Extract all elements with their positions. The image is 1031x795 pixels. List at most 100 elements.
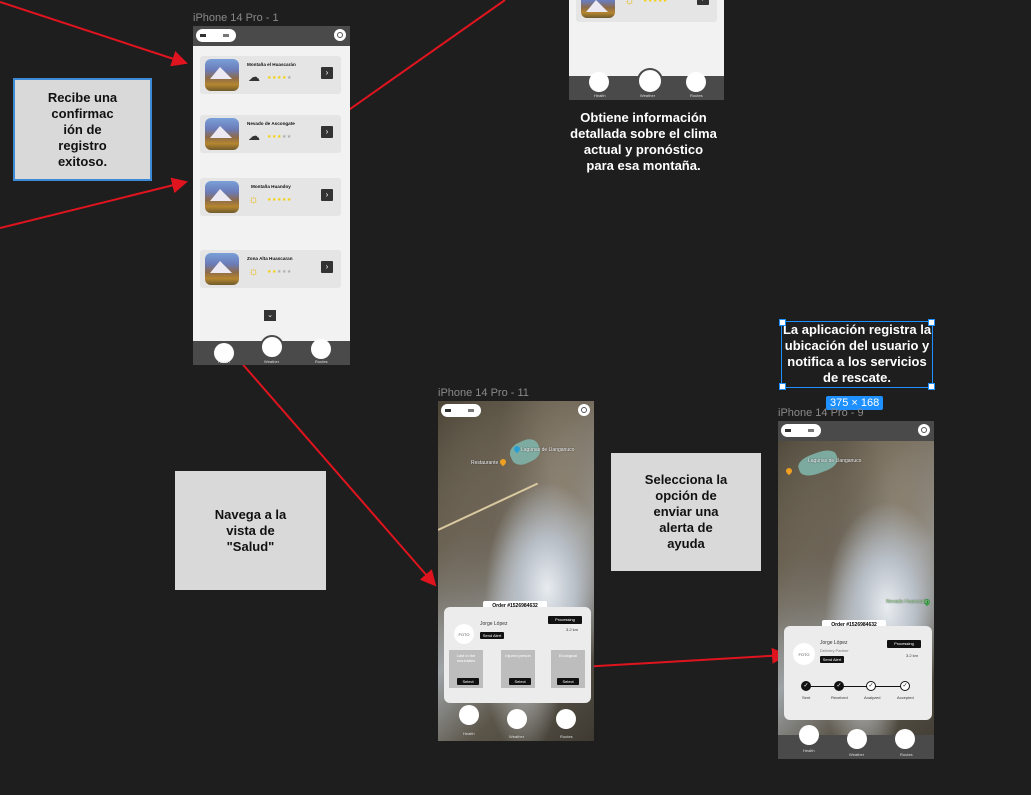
map-label-restaurant: Restaurante (471, 460, 499, 466)
open-detail-button[interactable]: › (697, 0, 709, 5)
nav-weather-button[interactable] (507, 709, 527, 729)
option-ecological[interactable]: Ecological Select (551, 650, 585, 688)
avatar: FOTO (454, 624, 474, 644)
option-label: Last In the mountains (456, 653, 476, 663)
bottom-nav: Health Weather Routes (193, 335, 350, 365)
mountain-thumbnail (205, 181, 239, 213)
step-accepted-icon: ✓ (900, 681, 910, 691)
scroll-down-button[interactable]: ⌄ (264, 310, 276, 321)
step-label: Sent (802, 695, 811, 700)
menu-pill[interactable] (196, 29, 236, 42)
send-alert-button[interactable]: Send Alert (820, 656, 844, 663)
map-label-lagunas: Lagunas de Llanganuco (521, 447, 575, 453)
send-alert-button[interactable]: Send Alert (480, 632, 504, 639)
nav-weather-button[interactable] (847, 729, 867, 749)
mountain-card-4[interactable]: Zona Alta Huascaran ☼ ★★★★★ › (200, 250, 341, 288)
select-button[interactable]: Select (457, 678, 479, 685)
resize-handle[interactable] (779, 383, 786, 390)
mountain-thumbnail (205, 118, 239, 150)
rating-stars: ★★★★★ (267, 269, 292, 275)
progress-line (804, 686, 907, 687)
option-lost[interactable]: Last In the mountains Select (449, 650, 483, 688)
nav-health-label: Health (463, 731, 475, 736)
bottom-nav: Health Weather Routes (438, 705, 594, 741)
nav-routes-button[interactable] (311, 339, 331, 359)
resize-handle[interactable] (928, 319, 935, 326)
sun-icon: ☼ (248, 264, 259, 278)
map-label-lagunas: Lagunas de Llanganuco (808, 458, 862, 464)
status-badge: Processing (887, 640, 921, 648)
step-label: Analyzed (864, 695, 881, 700)
note-select-alert: Selecciona la opción de enviar una alert… (611, 453, 761, 571)
note-confirmation: Recibe una confirmac ión de registro exi… (13, 78, 152, 181)
menu-pill[interactable] (441, 404, 481, 417)
open-detail-button[interactable]: › (321, 261, 333, 273)
resize-handle[interactable] (779, 319, 786, 326)
cloud-sun-icon: ☁ (248, 129, 260, 143)
map-label-nevado: Nevado Huascarán (886, 599, 929, 605)
mountain-card[interactable]: ☼ ★★★★★ › (576, 0, 717, 22)
alert-status-sheet: FOTO Jorge López Delivery Partner Send A… (784, 626, 932, 720)
option-label: Injured person (505, 653, 531, 658)
bottom-nav: Health Weather Routes (569, 68, 724, 100)
cloud-icon: ☁ (248, 70, 260, 84)
nav-health-label: Health (803, 748, 815, 753)
nav-routes-button[interactable] (895, 729, 915, 749)
step-label: Accepted (897, 695, 914, 700)
note-register-location: La aplicación registra la ubicación del … (782, 322, 932, 385)
mountain-thumbnail (205, 253, 239, 285)
step-sent-icon: ✓ (801, 681, 811, 691)
rating-stars: ★★★★★ (267, 75, 292, 81)
mountain-name: Montaña el Huascarán (247, 62, 296, 67)
status-badge: Processing (548, 616, 582, 624)
avatar: FOTO (793, 643, 815, 665)
menu-pill[interactable] (781, 424, 821, 437)
mountain-card-2[interactable]: Nevado de Ascongate ☁ ★★★★★ › (200, 115, 341, 153)
resize-handle[interactable] (928, 383, 935, 390)
mountain-card-3[interactable]: Montaña Huandoy ☼ ★★★★★ › (200, 178, 341, 216)
selected-text-box[interactable]: La aplicación registra la ubicación del … (779, 319, 935, 390)
open-detail-button[interactable]: › (321, 126, 333, 138)
distance: 3.2 km (906, 653, 919, 658)
nav-health-button[interactable] (799, 725, 819, 745)
nav-routes-label: Routes (900, 752, 913, 757)
select-button[interactable]: Select (509, 678, 531, 685)
nav-health-button[interactable] (589, 72, 609, 92)
nav-health-label: Health (218, 359, 230, 364)
search-icon[interactable] (334, 29, 346, 41)
select-button[interactable]: Select (557, 678, 579, 685)
nav-routes-label: Routes (560, 734, 573, 739)
nav-routes-button[interactable] (686, 72, 706, 92)
nav-weather-button[interactable] (637, 68, 663, 94)
nav-routes-button[interactable] (556, 709, 576, 729)
nav-routes-label: Routes (690, 93, 703, 98)
mountain-name: Montaña Huandoy (251, 184, 291, 189)
top-bar (778, 421, 934, 441)
step-received-icon: ✓ (834, 681, 844, 691)
step-analyzed-icon: ✓ (866, 681, 876, 691)
rating-stars: ★★★★★ (267, 197, 292, 203)
mountain-name: Nevado de Ascongate (247, 121, 295, 126)
frame-label-list: iPhone 14 Pro - 1 (193, 12, 279, 24)
open-detail-button[interactable]: › (321, 189, 333, 201)
arrow-to-list-mid (0, 177, 188, 229)
open-detail-button[interactable]: › (321, 67, 333, 79)
nav-weather-label: Weather (509, 734, 525, 739)
mountain-card-1[interactable]: Montaña el Huascarán ☁ ★★★★★ › (200, 56, 341, 94)
partner-role: Delivery Partner (820, 648, 849, 653)
map-phone-frame: Lagunas de Llanganuco Restaurante Order … (438, 401, 594, 741)
option-injured[interactable]: Injured person Select (501, 650, 535, 688)
rating-stars: ★★★★★ (643, 0, 668, 4)
nav-weather-label: Weather (640, 93, 656, 98)
mountain-thumbnail (205, 59, 239, 91)
step-label: Received (831, 695, 848, 700)
search-icon[interactable] (918, 424, 930, 436)
nav-health-button[interactable] (459, 705, 479, 725)
nav-weather-button[interactable] (260, 335, 284, 359)
bottom-nav: Health Weather Routes (778, 725, 934, 759)
alert-phone-frame: Lagunas de Llanganuco Nevado Huascarán O… (778, 421, 934, 759)
search-icon[interactable] (578, 404, 590, 416)
rating-stars: ★★★★★ (267, 134, 292, 140)
note-navigate-health: Navega a la vista de "Salud" (175, 471, 326, 590)
nav-routes-label: Routes (315, 359, 328, 364)
